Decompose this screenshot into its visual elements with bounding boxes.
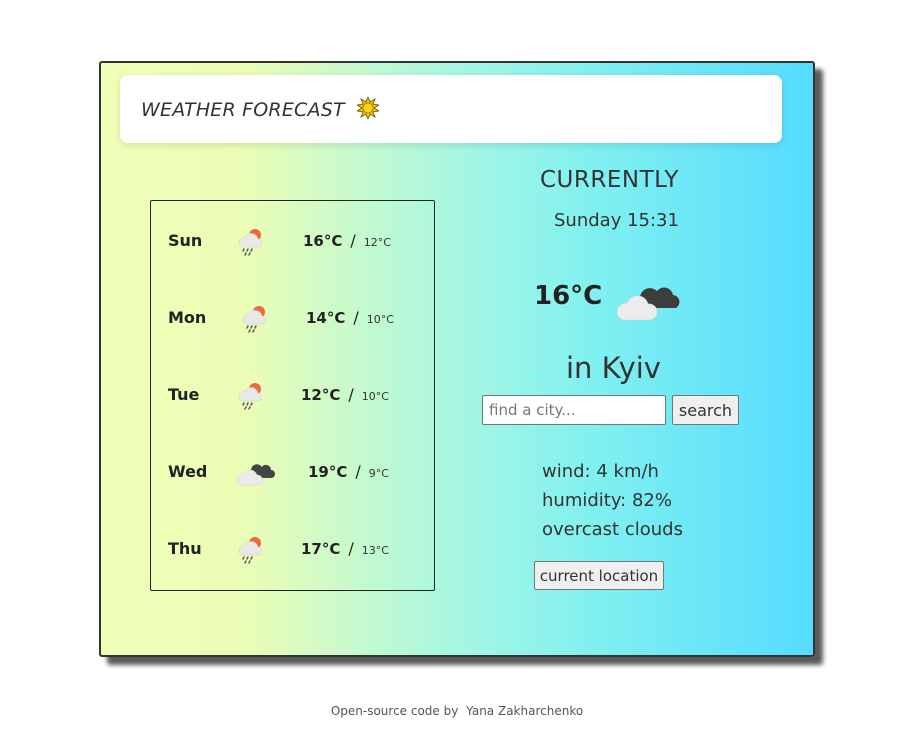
forecast-low: 13°C [361, 544, 389, 557]
forecast-day: Wed [168, 462, 208, 481]
author-link[interactable]: Yana Zakharchenko [466, 704, 583, 718]
forecast-panel: Sun 16°C/12°C Mon 14°C/10°C Tue 12°C/10°… [150, 200, 435, 591]
current-location-button[interactable]: current location [534, 561, 664, 590]
forecast-high: 14°C [306, 309, 346, 327]
rain-sun-icon [233, 223, 267, 261]
forecast-day: Mon [168, 308, 207, 327]
forecast-temps: 14°C / 10°C [306, 308, 394, 327]
current-temperature: 16°C [534, 281, 603, 311]
forecast-temps: 16°C / 12°C [303, 231, 391, 250]
footer: Open-source code by Yana Zakharchenko [0, 704, 914, 718]
forecast-temps: 17°C / 13°C [301, 539, 389, 558]
forecast-row: Mon 14°C / 10°C [151, 298, 434, 338]
forecast-day: Tue [168, 385, 200, 404]
forecast-row: Wed 19°C / 9°C [151, 452, 434, 492]
forecast-row: Sun 16°C / 12°C [151, 221, 434, 261]
forecast-day: Sun [168, 231, 203, 250]
temp-separator: / [348, 385, 354, 404]
forecast-temps: 12°C / 10°C [301, 385, 389, 404]
app-title-text: WEATHER FORECAST [141, 99, 345, 121]
wind-info: wind: 4 km/h [542, 461, 659, 482]
forecast-high: 17°C [301, 540, 341, 558]
sun-icon [355, 95, 381, 124]
current-heading: CURRENTLY [540, 167, 679, 193]
temp-separator: / [348, 539, 354, 558]
weather-description: overcast clouds [542, 519, 683, 540]
rain-sun-icon [233, 377, 267, 415]
forecast-row: Tue 12°C / 10°C [151, 375, 434, 415]
footer-text: Open-source code by [330, 704, 459, 718]
forecast-high: 16°C [303, 232, 343, 250]
cloudy-icon [235, 454, 277, 492]
humidity-info: humidity: 82% [542, 490, 672, 511]
overcast-clouds-icon [614, 275, 686, 329]
forecast-high: 19°C [308, 463, 348, 481]
current-datetime: Sunday 15:31 [554, 210, 679, 231]
temp-separator: / [353, 308, 359, 327]
forecast-temps: 19°C / 9°C [308, 462, 389, 481]
forecast-low: 9°C [368, 467, 389, 480]
forecast-low: 10°C [366, 313, 394, 326]
weather-app-card: WEATHER FORECAST Sun 16°C / 12°C Mon 14°C … [99, 61, 815, 657]
rain-sun-icon [237, 300, 271, 338]
forecast-row: Thu 17°C / 13°C [151, 529, 434, 569]
header-bar: WEATHER FORECAST [120, 75, 782, 143]
weather-details: wind: 4 km/h humidity: 82% overcast clou… [542, 457, 683, 544]
app-title: WEATHER FORECAST [141, 95, 381, 124]
forecast-low: 10°C [361, 390, 389, 403]
forecast-low: 12°C [363, 236, 391, 249]
forecast-day: Thu [168, 539, 202, 558]
rain-sun-icon [233, 531, 267, 569]
city-search-input[interactable] [482, 395, 666, 425]
forecast-high: 12°C [301, 386, 341, 404]
temp-separator: / [355, 462, 361, 481]
search-button[interactable]: search [672, 395, 739, 425]
temp-separator: / [350, 231, 356, 250]
current-city: in Kyiv [566, 351, 661, 385]
